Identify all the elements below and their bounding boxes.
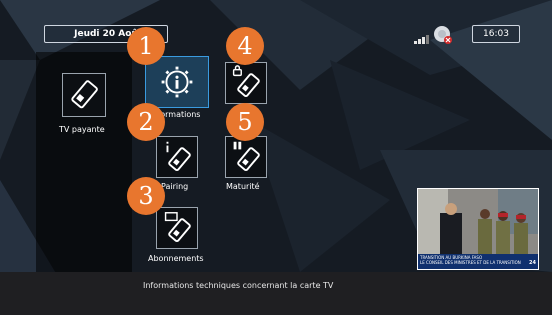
smartcard-info-icon (166, 141, 191, 171)
footer-bar (0, 272, 552, 315)
tv-menu-screen: Jeudi 20 Aoû 16:03 TV payante Informatio… (0, 0, 552, 315)
news-ticker: TRANSITION AU BURKINA FASO LE CONSEIL DE… (418, 254, 538, 269)
top-bar: Jeudi 20 Aoû 16:03 (0, 0, 552, 52)
abonnements-tile[interactable] (156, 207, 198, 249)
ticker-subline: LE CONSEIL DES MINISTRES ET DE LA TRANSI… (420, 260, 521, 265)
maturite-tile[interactable] (225, 136, 267, 178)
code-tile[interactable] (225, 62, 267, 104)
smartcard-subscription-icon (164, 212, 191, 242)
badge-5: 5 (226, 103, 264, 141)
tv-payante-label: TV payante (59, 125, 105, 134)
pairing-tile[interactable] (156, 136, 198, 178)
abonnements-label: Abonnements (148, 254, 204, 263)
footer-description: Informations techniques concernant la ca… (143, 281, 334, 290)
smartcard-lock-icon (232, 65, 260, 97)
pairing-label: Pairing (161, 182, 189, 191)
maturite-label: Maturité (226, 182, 260, 191)
signal-icon (414, 32, 434, 44)
badge-4: 4 (226, 27, 264, 65)
live-tv-preview: TRANSITION AU BURKINA FASO LE CONSEIL DE… (417, 188, 539, 270)
smartcard-parental-icon (233, 141, 260, 171)
informations-tile[interactable] (145, 56, 209, 108)
clock-display: 16:03 (472, 25, 520, 43)
badge-1: 1 (127, 27, 165, 65)
badge-2: 2 (127, 103, 165, 141)
channel-logo: 24 (529, 260, 536, 266)
badge-3: 3 (127, 177, 165, 215)
smartcard-icon (71, 80, 98, 109)
gear-info-icon (161, 66, 193, 98)
satellite-icon (434, 26, 452, 44)
tv-payante-tile[interactable] (62, 73, 106, 117)
